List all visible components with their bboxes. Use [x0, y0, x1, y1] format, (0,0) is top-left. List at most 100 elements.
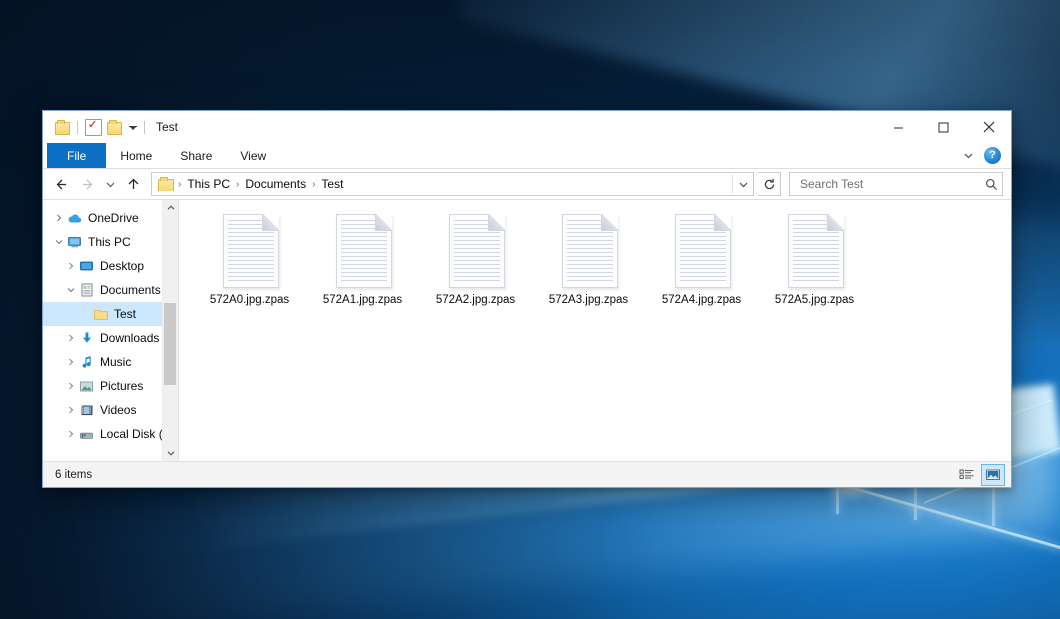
chevron-right-icon[interactable] — [63, 430, 78, 438]
chevron-right-icon[interactable] — [63, 262, 78, 270]
sidebar-item-test[interactable]: Test — [43, 302, 178, 326]
list-item[interactable]: 572A0.jpg.zpas — [193, 210, 306, 306]
pictures-icon — [78, 380, 96, 393]
sidebar-item-local-disk-c[interactable]: Local Disk (C:) — [43, 422, 178, 446]
list-item[interactable]: 572A4.jpg.zpas — [645, 210, 758, 306]
document-file-icon — [671, 212, 733, 288]
tab-share[interactable]: Share — [166, 143, 226, 168]
tab-view[interactable]: View — [226, 143, 280, 168]
drive-icon — [78, 428, 96, 441]
sidebar-item-label: Videos — [96, 403, 136, 417]
monitor-icon — [66, 236, 84, 249]
file-name: 572A3.jpg.zpas — [549, 294, 628, 306]
navigation-bar: › This PC › Documents › Test — [43, 169, 1011, 199]
document-file-icon — [558, 212, 620, 288]
chevron-up-icon[interactable] — [163, 200, 178, 216]
sidebar-item-onedrive[interactable]: OneDrive — [43, 206, 178, 230]
chevron-right-icon[interactable] — [63, 382, 78, 390]
sidebar-item-label: OneDrive — [84, 211, 139, 225]
download-icon — [78, 331, 96, 345]
chevron-down-icon[interactable] — [129, 126, 137, 130]
folder-icon — [158, 177, 174, 191]
sidebar-item-downloads[interactable]: Downloads — [43, 326, 178, 350]
quick-access-toolbar: Test — [43, 111, 178, 143]
title-bar[interactable]: Test — [43, 111, 1011, 143]
properties-checkmark-icon[interactable] — [85, 119, 102, 136]
file-grid: 572A0.jpg.zpas 572A1.jpg.zpas 572A2.jpg.… — [193, 210, 1011, 306]
videos-icon — [78, 404, 96, 417]
recent-locations-button[interactable] — [101, 172, 119, 196]
chevron-right-icon[interactable] — [63, 358, 78, 366]
address-bar[interactable]: › This PC › Documents › Test — [151, 172, 754, 196]
sidebar-item-music[interactable]: Music — [43, 350, 178, 374]
sidebar-item-documents[interactable]: Documents — [43, 278, 178, 302]
breadcrumb-separator: › — [235, 179, 240, 190]
file-list-pane[interactable]: 572A0.jpg.zpas 572A1.jpg.zpas 572A2.jpg.… — [179, 200, 1011, 461]
refresh-button[interactable] — [758, 172, 781, 196]
document-file-icon — [332, 212, 394, 288]
search-input[interactable] — [798, 176, 985, 192]
breadcrumb-item-documents[interactable]: Documents — [241, 177, 310, 191]
sidebar-item-label: Music — [96, 355, 131, 369]
sidebar-item-label: Documents — [96, 283, 161, 297]
breadcrumb-item-test[interactable]: Test — [317, 177, 347, 191]
divider — [77, 121, 78, 134]
scrollbar-track[interactable] — [163, 216, 178, 445]
chevron-right-icon[interactable] — [51, 214, 66, 222]
breadcrumb-item-this-pc[interactable]: This PC — [183, 177, 234, 191]
breadcrumb-separator: › — [177, 179, 182, 190]
list-item[interactable]: 572A5.jpg.zpas — [758, 210, 871, 306]
file-explorer-window: Test File Home Share View ? — [42, 110, 1012, 488]
list-item[interactable]: 572A2.jpg.zpas — [419, 210, 532, 306]
sidebar-item-label: Test — [110, 307, 136, 321]
up-button[interactable] — [121, 172, 145, 196]
breadcrumb: › This PC › Documents › Test — [157, 177, 732, 191]
forward-button[interactable] — [75, 172, 99, 196]
desktop-icon — [78, 260, 96, 273]
music-icon — [78, 355, 96, 369]
sidebar-item-videos[interactable]: Videos — [43, 398, 178, 422]
chevron-down-icon[interactable] — [963, 150, 974, 161]
address-dropdown-button[interactable] — [732, 174, 753, 194]
file-name: 572A5.jpg.zpas — [775, 294, 854, 306]
chevron-down-icon[interactable] — [51, 238, 66, 246]
sidebar-item-this-pc[interactable]: This PC — [43, 230, 178, 254]
navigation-pane: OneDrive This PC Desktop — [43, 200, 179, 461]
view-mode-buttons — [955, 464, 1005, 486]
folder-icon[interactable] — [55, 121, 70, 134]
cloud-icon — [66, 212, 84, 225]
list-item[interactable]: 572A3.jpg.zpas — [532, 210, 645, 306]
scrollbar-thumb[interactable] — [164, 303, 176, 385]
sidebar-item-desktop[interactable]: Desktop — [43, 254, 178, 278]
large-icons-view-button[interactable] — [981, 464, 1005, 486]
document-file-icon — [445, 212, 507, 288]
item-count-label: 6 items — [55, 469, 92, 481]
back-button[interactable] — [49, 172, 73, 196]
search-icon — [985, 178, 998, 191]
file-name: 572A4.jpg.zpas — [662, 294, 741, 306]
status-bar: 6 items — [43, 461, 1011, 487]
ribbon-right-controls: ? — [963, 143, 1007, 168]
sidebar-item-pictures[interactable]: Pictures — [43, 374, 178, 398]
chevron-down-icon[interactable] — [163, 445, 178, 461]
close-button[interactable] — [966, 111, 1011, 143]
file-name: 572A0.jpg.zpas — [210, 294, 289, 306]
chevron-right-icon[interactable] — [63, 406, 78, 414]
list-item[interactable]: 572A1.jpg.zpas — [306, 210, 419, 306]
chevron-down-icon[interactable] — [63, 286, 78, 294]
sidebar-item-label: This PC — [84, 235, 131, 249]
tab-home[interactable]: Home — [106, 143, 166, 168]
divider — [144, 121, 145, 134]
chevron-right-icon[interactable] — [63, 334, 78, 342]
file-name: 572A1.jpg.zpas — [323, 294, 402, 306]
sidebar-scrollbar[interactable] — [162, 200, 178, 461]
document-file-icon — [219, 212, 281, 288]
help-button[interactable]: ? — [984, 147, 1001, 164]
breadcrumb-separator: › — [311, 179, 316, 190]
maximize-button[interactable] — [921, 111, 966, 143]
tab-file[interactable]: File — [47, 143, 106, 168]
search-box[interactable] — [789, 172, 1003, 196]
minimize-button[interactable] — [876, 111, 921, 143]
new-folder-icon[interactable] — [107, 121, 122, 134]
details-view-button[interactable] — [955, 464, 979, 486]
